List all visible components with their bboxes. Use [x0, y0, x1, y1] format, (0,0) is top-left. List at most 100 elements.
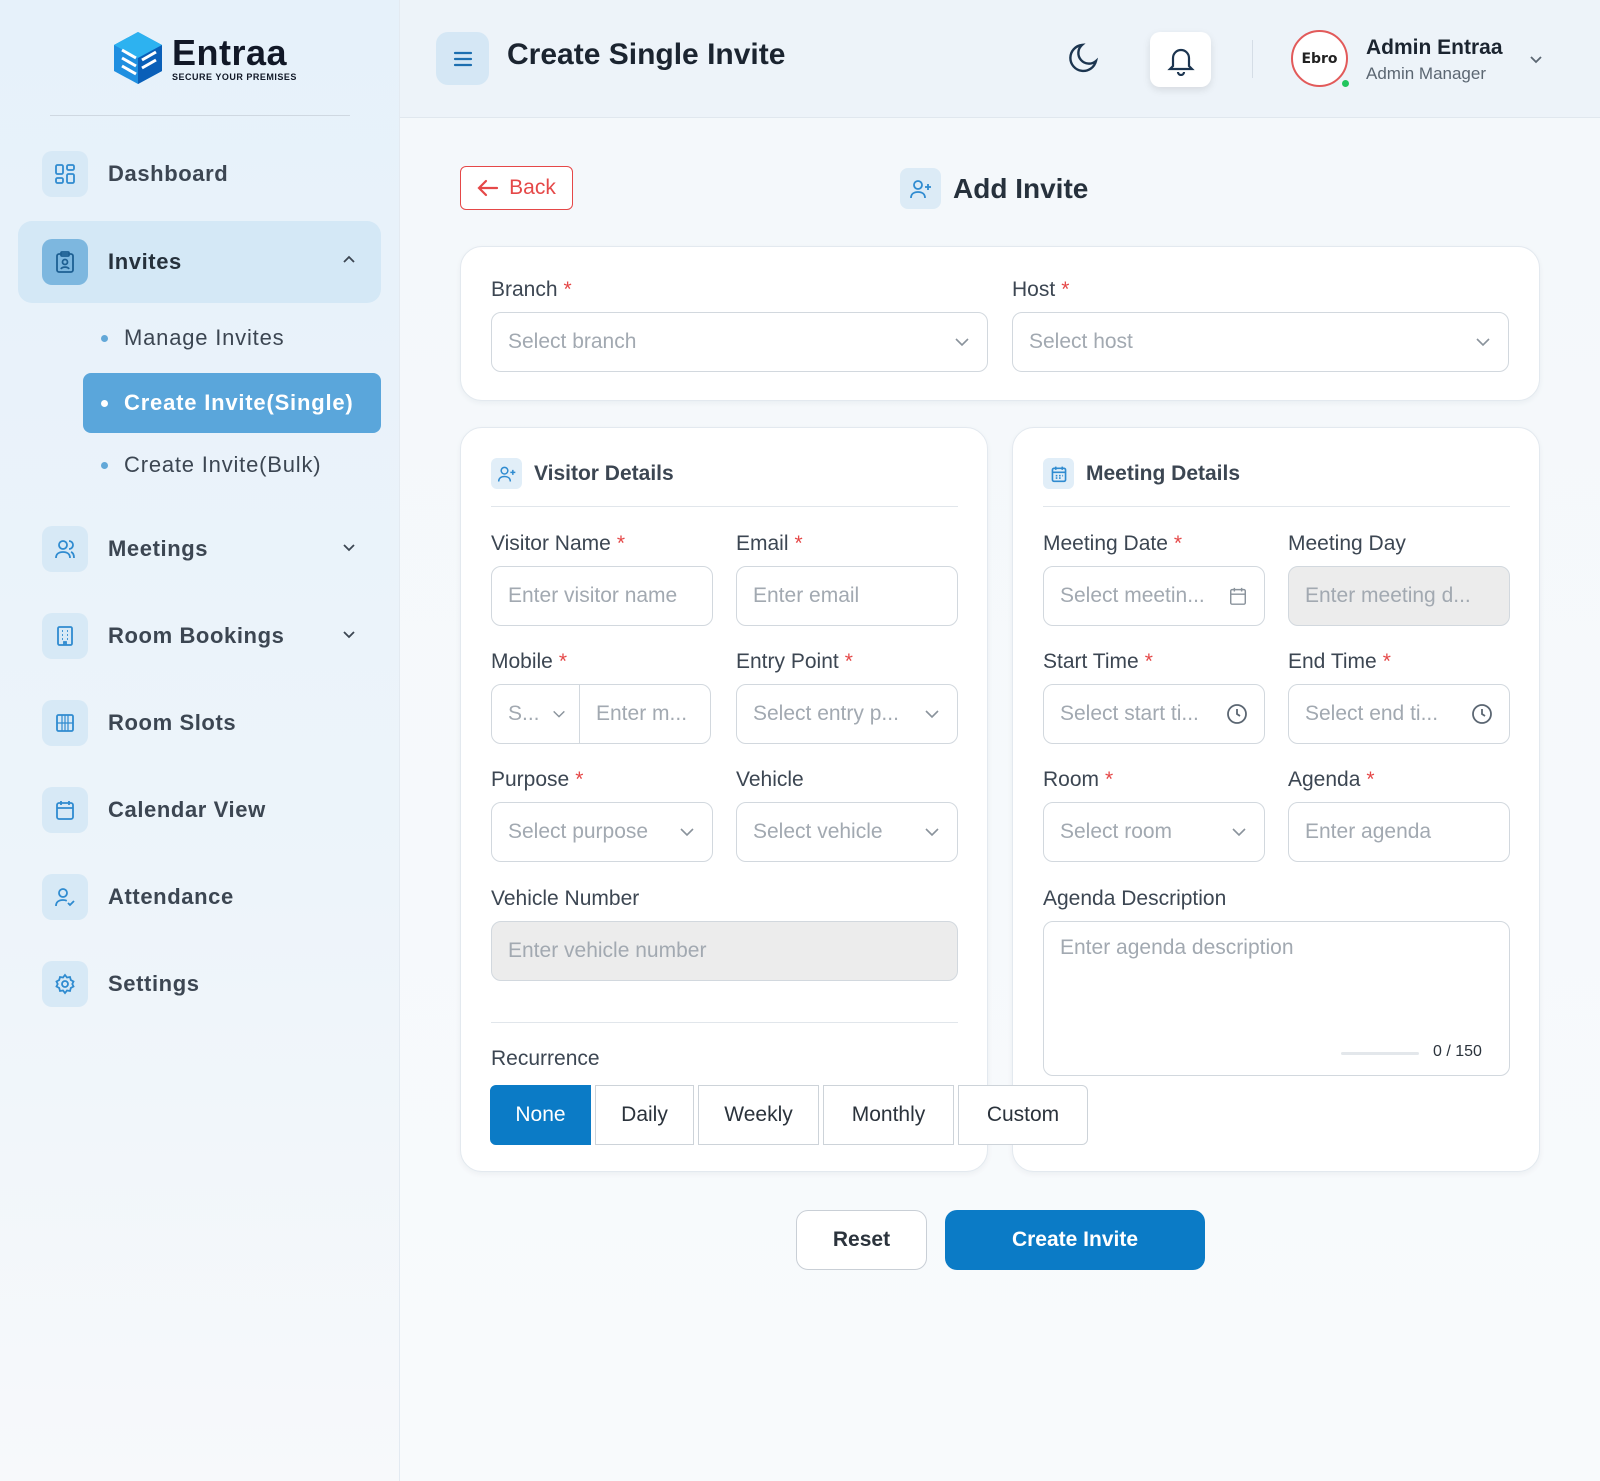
chevron-down-icon — [1476, 338, 1490, 347]
meeting-day-input[interactable]: Enter meeting d... — [1288, 566, 1510, 626]
logo-cube-icon — [114, 32, 162, 84]
chevron-down-icon — [553, 710, 565, 718]
sidebar-subitem-manage-invites[interactable]: Manage Invites — [83, 308, 381, 368]
chevron-down-icon[interactable] — [1527, 50, 1545, 68]
email-label: Email * — [736, 532, 803, 555]
sidebar-item-label: Attendance — [108, 884, 234, 909]
vehicle-label: Vehicle — [736, 768, 804, 791]
sidebar-item-room-slots[interactable]: Room Slots — [18, 682, 381, 764]
sidebar-subitem-create-single[interactable]: Create Invite(Single) — [83, 373, 381, 433]
users-icon — [42, 526, 88, 572]
email-input[interactable]: Enter email — [736, 566, 958, 626]
sidebar-item-label: Room Bookings — [108, 623, 285, 648]
recurrence-option-weekly[interactable]: Weekly — [698, 1085, 819, 1145]
start-time-picker[interactable]: Select start ti... — [1043, 684, 1265, 744]
brand-logo[interactable]: Entraa SECURE YOUR PREMISES — [112, 30, 297, 86]
user-role: Admin Manager — [1366, 64, 1487, 83]
meeting-details-header: Meeting Details — [1043, 458, 1240, 489]
chevron-down-icon — [680, 828, 694, 837]
mobile-field: S... Enter m... — [491, 684, 711, 744]
add-invite-heading: Add Invite — [953, 172, 1089, 204]
sidebar-item-label: Settings — [108, 971, 200, 996]
clock-icon — [1472, 704, 1492, 724]
clock-icon — [1227, 704, 1247, 724]
entry-point-select[interactable]: Select entry p... — [736, 684, 958, 744]
recurrence-option-daily[interactable]: Daily — [595, 1085, 694, 1145]
entry-point-placeholder: Select entry p... — [753, 702, 899, 725]
agenda-input[interactable]: Enter agenda — [1288, 802, 1510, 862]
sidebar-subitem-label: Create Invite(Bulk) — [124, 452, 322, 477]
country-code-select[interactable]: S... — [492, 685, 580, 743]
sidebar-subitem-create-bulk[interactable]: Create Invite(Bulk) — [83, 435, 381, 495]
sidebar-item-attendance[interactable]: Attendance — [18, 856, 381, 938]
host-label: Host * — [1012, 278, 1070, 301]
sidebar-item-label: Dashboard — [108, 161, 229, 186]
sidebar-item-meetings[interactable]: Meetings — [18, 508, 381, 590]
clipboard-icon — [42, 239, 88, 285]
bullet-dot — [101, 399, 108, 407]
section-divider — [1043, 506, 1510, 507]
purpose-select[interactable]: Select purpose — [491, 802, 713, 862]
arrow-left-icon — [477, 179, 499, 197]
visitor-name-label: Visitor Name * — [491, 532, 626, 555]
sidebar-item-label: Calendar View — [108, 797, 266, 822]
bell-icon — [1166, 48, 1195, 76]
notifications-button[interactable] — [1150, 32, 1211, 87]
room-select[interactable]: Select room — [1043, 802, 1265, 862]
page-title: Create Single Invite — [507, 38, 786, 71]
meeting-date-picker[interactable]: Select meetin... — [1043, 566, 1265, 626]
character-counter-bar — [1341, 1052, 1419, 1055]
meeting-day-label: Meeting Day — [1288, 532, 1406, 555]
dashboard-icon — [42, 151, 88, 197]
start-time-placeholder: Select start ti... — [1060, 702, 1199, 725]
chevron-up-icon — [343, 255, 355, 263]
user-check-icon — [42, 874, 88, 920]
theme-toggle-button[interactable] — [1066, 40, 1102, 81]
menu-toggle-button[interactable] — [436, 32, 489, 85]
create-invite-button[interactable]: Create Invite — [945, 1210, 1205, 1270]
end-time-picker[interactable]: Select end ti... — [1288, 684, 1510, 744]
moon-icon — [1069, 43, 1099, 73]
purpose-placeholder: Select purpose — [508, 820, 649, 843]
meeting-details-title: Meeting Details — [1086, 461, 1241, 485]
agenda-description-placeholder: Enter agenda description — [1060, 936, 1294, 959]
user-plus-icon — [491, 458, 522, 489]
branch-select[interactable]: Select branch — [491, 312, 988, 372]
branch-label: Branch * — [491, 278, 572, 301]
mobile-label: Mobile * — [491, 650, 568, 673]
sidebar-item-label: Meetings — [108, 536, 209, 561]
sidebar-subitem-label: Create Invite(Single) — [124, 390, 354, 415]
gear-icon — [42, 961, 88, 1007]
meeting-date-placeholder: Select meetin... — [1060, 584, 1205, 607]
calendar-icon — [1043, 458, 1074, 489]
main-content: Back Add Invite Branch * Select branch Ho… — [400, 118, 1600, 1481]
user-name: Admin Entraa — [1366, 36, 1503, 59]
calendar-icon — [1230, 587, 1246, 605]
sidebar-item-calendar-view[interactable]: Calendar View — [18, 769, 381, 851]
country-code-placeholder: S... — [508, 702, 540, 725]
recurrence-option-custom[interactable]: Custom — [958, 1085, 1088, 1145]
host-placeholder: Select host — [1029, 330, 1133, 353]
branch-placeholder: Select branch — [508, 330, 637, 353]
visitor-name-input[interactable]: Enter visitor name — [491, 566, 713, 626]
sidebar-item-settings[interactable]: Settings — [18, 943, 381, 1025]
back-button[interactable]: Back — [460, 166, 573, 210]
recurrence-option-none[interactable]: None — [490, 1085, 591, 1145]
meeting-day-placeholder: Enter meeting d... — [1305, 584, 1471, 607]
sidebar-item-label: Invites — [108, 249, 182, 274]
mobile-input[interactable]: Enter m... — [580, 702, 710, 726]
vehicle-number-input[interactable]: Enter vehicle number — [491, 921, 958, 981]
reset-button[interactable]: Reset — [796, 1210, 927, 1270]
sidebar-item-room-bookings[interactable]: Room Bookings — [18, 595, 381, 677]
avatar[interactable]: Ebro — [1291, 30, 1348, 87]
building-icon — [42, 613, 88, 659]
sidebar-item-invites[interactable]: Invites — [18, 221, 381, 303]
sidebar-item-label: Room Slots — [108, 710, 237, 735]
host-select[interactable]: Select host — [1012, 312, 1509, 372]
sidebar-item-dashboard[interactable]: Dashboard — [18, 133, 381, 215]
vehicle-select[interactable]: Select vehicle — [736, 802, 958, 862]
end-time-placeholder: Select end ti... — [1305, 702, 1439, 725]
grid-icon — [42, 700, 88, 746]
room-label: Room * — [1043, 768, 1114, 791]
recurrence-option-monthly[interactable]: Monthly — [823, 1085, 954, 1145]
